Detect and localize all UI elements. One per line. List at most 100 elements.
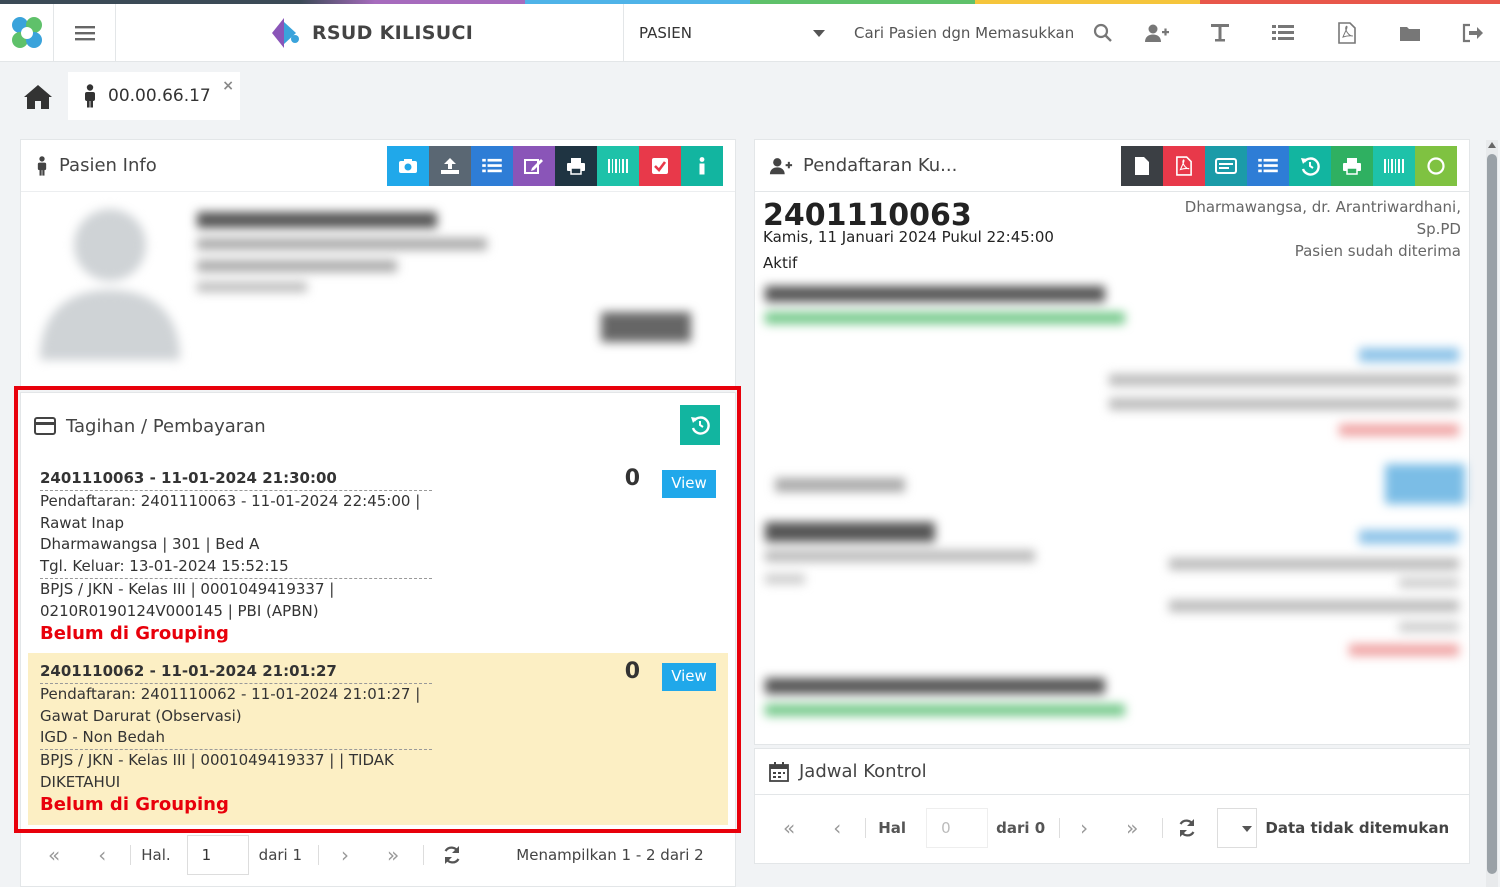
hamburger-icon: [74, 26, 95, 41]
pendaftaran-panel: Pendaftaran Ku... 2401110063 Kamis, 11 J…: [754, 139, 1470, 745]
list-button[interactable]: [471, 146, 513, 186]
print-button[interactable]: [555, 146, 597, 186]
scrollbar-track[interactable]: [1486, 140, 1498, 887]
status-button[interactable]: [1415, 146, 1457, 186]
person-icon: [85, 84, 95, 108]
jadwal-kontrol-header: Jadwal Kontrol: [755, 749, 1469, 795]
person-icon: [37, 155, 47, 176]
print-button[interactable]: [1331, 146, 1373, 186]
scrollbar-thumb[interactable]: [1487, 154, 1497, 874]
logout-button[interactable]: [1458, 18, 1488, 48]
pdf-button[interactable]: [1163, 146, 1205, 186]
module-select[interactable]: PASIEN: [625, 4, 835, 62]
print-icon: [1343, 158, 1361, 175]
history-icon: [1301, 157, 1320, 176]
circle-icon: [1427, 157, 1445, 175]
hospital-logo-icon: [271, 18, 299, 48]
divider: [865, 818, 867, 838]
card-button[interactable]: [1205, 146, 1247, 186]
document-button[interactable]: [1121, 146, 1163, 186]
module-select-value: PASIEN: [639, 24, 692, 42]
user-plus-icon: [769, 157, 793, 174]
hospital-name: RSUD KILISUCI: [311, 22, 474, 44]
pdf-file-icon: [1176, 156, 1192, 176]
barcode-button[interactable]: [1373, 146, 1415, 186]
refresh-icon: [1179, 819, 1195, 837]
id-card-icon: [1215, 158, 1237, 174]
empty-message: Data tidak ditemukan: [1265, 819, 1450, 837]
page-total: dari 0: [996, 819, 1046, 837]
page-label: Hal.: [141, 846, 171, 864]
chevron-down-icon: [813, 30, 825, 37]
patient-details-redacted: [197, 212, 497, 302]
text-icon: [1211, 24, 1229, 42]
tab-home[interactable]: [12, 74, 64, 120]
first-page-button[interactable]: «: [48, 843, 60, 867]
check-button[interactable]: [639, 146, 681, 186]
last-page-button[interactable]: »: [387, 843, 399, 867]
refresh-button[interactable]: [1177, 818, 1197, 838]
tab-patient[interactable]: 00.00.66.17 ×: [68, 72, 240, 120]
highlight-box: [14, 386, 741, 833]
add-patient-button[interactable]: [1142, 18, 1172, 48]
list-icon: [482, 158, 502, 173]
first-page-button[interactable]: «: [783, 816, 795, 840]
list-icon: [1258, 158, 1278, 173]
chevron-down-icon: [1242, 826, 1253, 832]
refresh-button[interactable]: [442, 845, 462, 865]
page-number-input[interactable]: [186, 835, 249, 875]
panel-title: Pendaftaran Ku...: [803, 155, 958, 176]
upload-icon: [441, 158, 459, 174]
edit-icon: [524, 159, 543, 174]
barcode-icon: [608, 159, 628, 173]
search-icon: [1093, 23, 1112, 42]
logout-icon: [1462, 23, 1483, 43]
text-button[interactable]: [1205, 18, 1235, 48]
refresh-icon: [444, 846, 460, 864]
edit-button[interactable]: [513, 146, 555, 186]
last-page-button[interactable]: »: [1126, 816, 1138, 840]
patient-code-redacted: [601, 312, 691, 342]
divider: [1162, 818, 1164, 838]
page-size-select[interactable]: [1217, 808, 1258, 848]
prev-page-button[interactable]: ‹: [98, 843, 106, 867]
acceptance-status: Pasien sudah diterima: [1294, 242, 1461, 260]
next-page-button[interactable]: ›: [1080, 816, 1088, 840]
pdf-file-icon: [1338, 22, 1356, 44]
barcode-button[interactable]: [597, 146, 639, 186]
jadwal-pager: « ‹ Hal dari 0 › » Data tidak ditemukan: [783, 807, 1463, 849]
list-button[interactable]: [1268, 18, 1298, 48]
page-total: dari 1: [258, 846, 303, 864]
upload-button[interactable]: [429, 146, 471, 186]
app-logo[interactable]: [0, 4, 54, 62]
divider: [130, 845, 132, 865]
billing-pager: « ‹ Hal. dari 1 › » Menampilkan 1 - 2 da…: [44, 834, 724, 876]
patient-tab-label: 00.00.66.17: [108, 86, 211, 106]
folder-icon: [1400, 27, 1420, 41]
info-button[interactable]: [681, 146, 723, 186]
user-plus-icon: [1145, 24, 1169, 42]
checkbox-icon: [652, 158, 668, 174]
next-page-button[interactable]: ›: [341, 843, 349, 867]
search-button[interactable]: [1088, 18, 1118, 48]
registration-date: Kamis, 11 Januari 2024 Pukul 22:45:00: [763, 228, 1054, 246]
page-number-input[interactable]: [926, 808, 989, 848]
list-button[interactable]: [1247, 146, 1289, 186]
camera-button[interactable]: [387, 146, 429, 186]
list-icon: [1272, 25, 1294, 40]
close-tab-button[interactable]: ×: [222, 78, 234, 94]
jadwal-kontrol-panel: Jadwal Kontrol « ‹ Hal dari 0 › » Data t…: [754, 748, 1470, 864]
patient-search-input[interactable]: [854, 20, 1074, 46]
divider: [318, 845, 320, 865]
folder-button[interactable]: [1395, 18, 1425, 48]
pendaftaran-toolbar: [1121, 146, 1457, 186]
scroll-up-arrow[interactable]: [1488, 142, 1496, 148]
prev-page-button[interactable]: ‹: [833, 816, 841, 840]
menu-toggle-button[interactable]: [54, 4, 116, 62]
top-navbar: RSUD KILISUCI PASIEN: [0, 4, 1500, 62]
history-button[interactable]: [1289, 146, 1331, 186]
redacted-content: [765, 282, 1465, 742]
calendar-icon: [769, 761, 789, 782]
pdf-button[interactable]: [1332, 18, 1362, 48]
showing-summary: Menampilkan 1 - 2 dari 2: [516, 846, 704, 864]
